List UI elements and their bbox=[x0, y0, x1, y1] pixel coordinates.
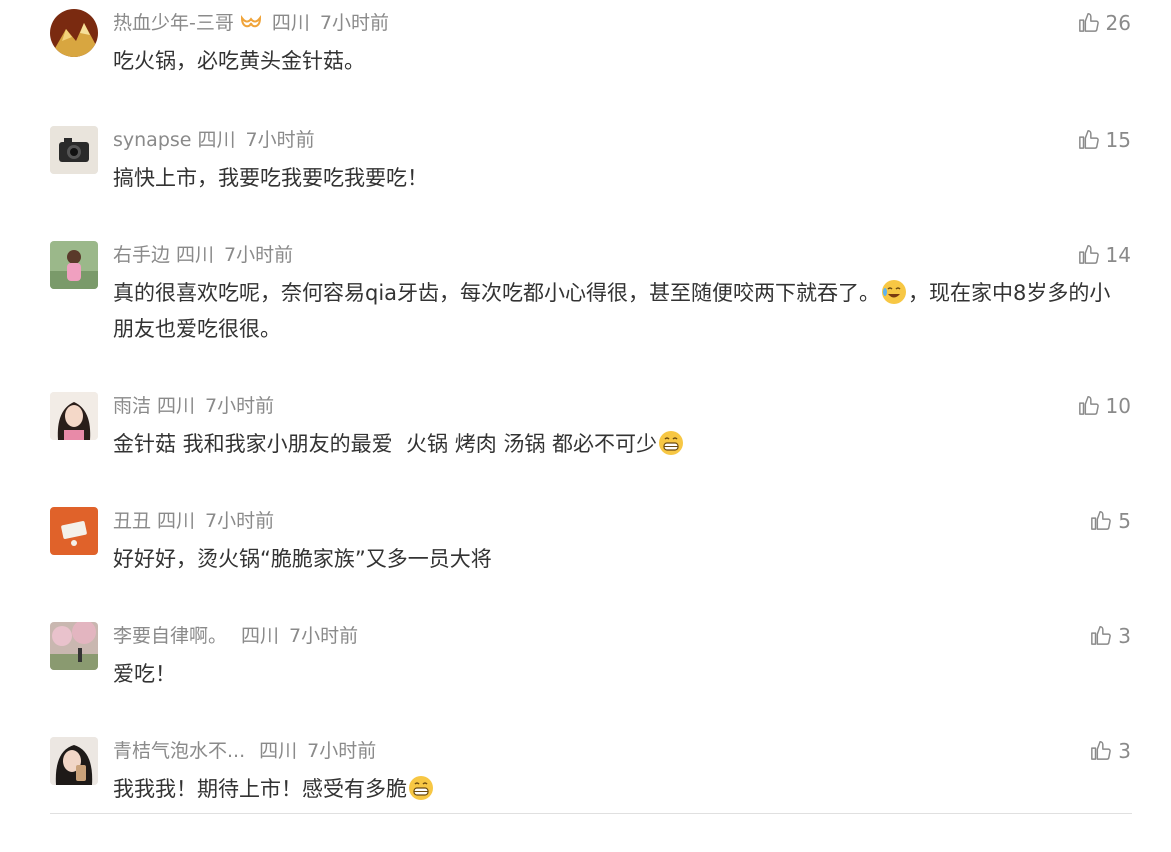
thumbs-up-icon bbox=[1078, 13, 1099, 32]
timestamp: 7小时前 bbox=[205, 395, 275, 417]
thumbs-up-icon bbox=[1078, 130, 1099, 149]
comment-meta: 李要自律啊。 四川 7小时前 bbox=[113, 622, 368, 650]
like-button[interactable]: 26 bbox=[1078, 9, 1131, 37]
username[interactable]: 雨洁 bbox=[113, 395, 151, 417]
timestamp: 7小时前 bbox=[245, 129, 315, 151]
comment-meta: 右手边 四川 7小时前 bbox=[113, 241, 303, 269]
girl-avatar-icon bbox=[50, 392, 98, 440]
comment-item: 雨洁 四川 7小时前 金针菇 我和我家小朋友的最爱 火锅 烤肉 汤锅 都必不可少 1… bbox=[0, 392, 1171, 507]
like-count: 26 bbox=[1105, 11, 1131, 35]
child-avatar-icon bbox=[50, 241, 98, 289]
thumbs-up-icon bbox=[1091, 741, 1112, 760]
vip-badge-icon bbox=[240, 14, 261, 27]
blossom-avatar-icon bbox=[50, 622, 98, 670]
like-count: 10 bbox=[1105, 394, 1131, 418]
comment-text: 好好好，烫火锅“脆脆家族”又多一员大将 bbox=[113, 547, 492, 571]
comment-meta: 丑丑 四川 7小时前 bbox=[113, 507, 284, 535]
avatar[interactable] bbox=[50, 126, 98, 174]
like-button[interactable]: 5 bbox=[1090, 507, 1131, 535]
avatar[interactable] bbox=[50, 507, 98, 555]
thumbs-up-icon bbox=[1091, 626, 1112, 645]
like-button[interactable]: 3 bbox=[1090, 737, 1131, 765]
comment-item: 李要自律啊。 四川 7小时前 爱吃！ 3 bbox=[0, 622, 1171, 737]
username[interactable]: 右手边 bbox=[113, 244, 170, 266]
grin-emoji-icon bbox=[409, 776, 433, 800]
comment-text: 爱吃！ bbox=[113, 662, 176, 686]
comment-item: 丑丑 四川 7小时前 好好好，烫火锅“脆脆家族”又多一员大将 5 bbox=[0, 507, 1171, 622]
location: 四川 bbox=[259, 740, 298, 762]
thumbs-up-icon bbox=[1078, 245, 1099, 264]
location: 四川 bbox=[271, 12, 310, 34]
like-button[interactable]: 3 bbox=[1090, 622, 1131, 650]
username[interactable]: 青桔气泡水不... bbox=[113, 740, 245, 762]
like-button[interactable]: 10 bbox=[1078, 392, 1131, 420]
comment-meta: 青桔气泡水不... 四川 7小时前 bbox=[113, 737, 386, 765]
avatar[interactable] bbox=[50, 737, 98, 785]
comment-text: 吃火锅，必吃黄头金针菇。 bbox=[113, 49, 365, 73]
like-button[interactable]: 14 bbox=[1078, 241, 1131, 269]
camera-avatar-icon bbox=[50, 126, 98, 174]
comment-item: 青桔气泡水不... 四川 7小时前 我我我！期待上市！感受有多脆 3 bbox=[0, 737, 1171, 852]
laugh-cry-emoji-icon bbox=[882, 280, 907, 304]
location: 四川 bbox=[157, 510, 196, 532]
avatar[interactable] bbox=[50, 622, 98, 670]
like-count: 3 bbox=[1118, 739, 1131, 763]
comment-item: 右手边 四川 7小时前 真的很喜欢吃呢，奈何容易qia牙齿，每次吃都小心得很，甚至随… bbox=[0, 241, 1171, 356]
timestamp: 7小时前 bbox=[205, 510, 275, 532]
avatar[interactable] bbox=[50, 9, 98, 57]
timestamp: 7小时前 bbox=[319, 12, 389, 34]
comment-meta: 热血少年-三哥 四川 7小时前 bbox=[113, 9, 399, 37]
location: 四川 bbox=[241, 625, 280, 647]
comment-text-part: 金针菇 我和我家小朋友的最爱 火锅 烤肉 汤锅 都必不可少 bbox=[113, 432, 658, 456]
comment-item: synapse 四川 7小时前 搞快上市，我要吃我要吃我要吃！ 15 bbox=[0, 126, 1171, 241]
like-button[interactable]: 15 bbox=[1078, 126, 1131, 154]
comment-meta: 雨洁 四川 7小时前 bbox=[113, 392, 284, 420]
grin-emoji-icon bbox=[659, 431, 684, 455]
like-count: 3 bbox=[1118, 624, 1131, 648]
timestamp: 7小时前 bbox=[307, 740, 377, 762]
location: 四川 bbox=[197, 129, 236, 151]
like-count: 14 bbox=[1105, 243, 1131, 267]
location: 四川 bbox=[176, 244, 215, 266]
thumbs-up-icon bbox=[1091, 511, 1112, 530]
orange-avatar-icon bbox=[50, 507, 98, 555]
mountain-avatar-icon bbox=[50, 9, 98, 57]
timestamp: 7小时前 bbox=[289, 625, 359, 647]
comment-text-part: 我我我！期待上市！感受有多脆 bbox=[113, 777, 407, 801]
comment-text-part: 真的很喜欢吃呢，奈何容易qia牙齿，每次吃都小心得很，甚至随便咬两下就吞了。 bbox=[113, 281, 881, 305]
avatar[interactable] bbox=[50, 241, 98, 289]
username[interactable]: 热血少年-三哥 bbox=[113, 12, 234, 34]
username[interactable]: 丑丑 bbox=[113, 510, 151, 532]
drink-avatar-icon bbox=[50, 737, 98, 785]
username[interactable]: synapse bbox=[113, 129, 191, 151]
like-count: 15 bbox=[1105, 128, 1131, 152]
comment-text: 金针菇 我和我家小朋友的最爱 火锅 烤肉 汤锅 都必不可少 bbox=[113, 426, 1123, 462]
divider bbox=[50, 813, 1132, 814]
comment-text: 搞快上市，我要吃我要吃我要吃！ bbox=[113, 166, 428, 190]
username[interactable]: 李要自律啊。 bbox=[113, 625, 227, 647]
thumbs-up-icon bbox=[1078, 396, 1099, 415]
comment-item: 热血少年-三哥 四川 7小时前 吃火锅，必吃黄头金针菇。 26 bbox=[0, 9, 1171, 124]
comment-text: 真的很喜欢吃呢，奈何容易qia牙齿，每次吃都小心得很，甚至随便咬两下就吞了。 ，现… bbox=[113, 275, 1123, 347]
avatar[interactable] bbox=[50, 392, 98, 440]
like-count: 5 bbox=[1118, 509, 1131, 533]
timestamp: 7小时前 bbox=[224, 244, 294, 266]
comment-meta: synapse 四川 7小时前 bbox=[113, 126, 325, 154]
comment-text: 我我我！期待上市！感受有多脆 bbox=[113, 771, 1123, 807]
location: 四川 bbox=[157, 395, 196, 417]
